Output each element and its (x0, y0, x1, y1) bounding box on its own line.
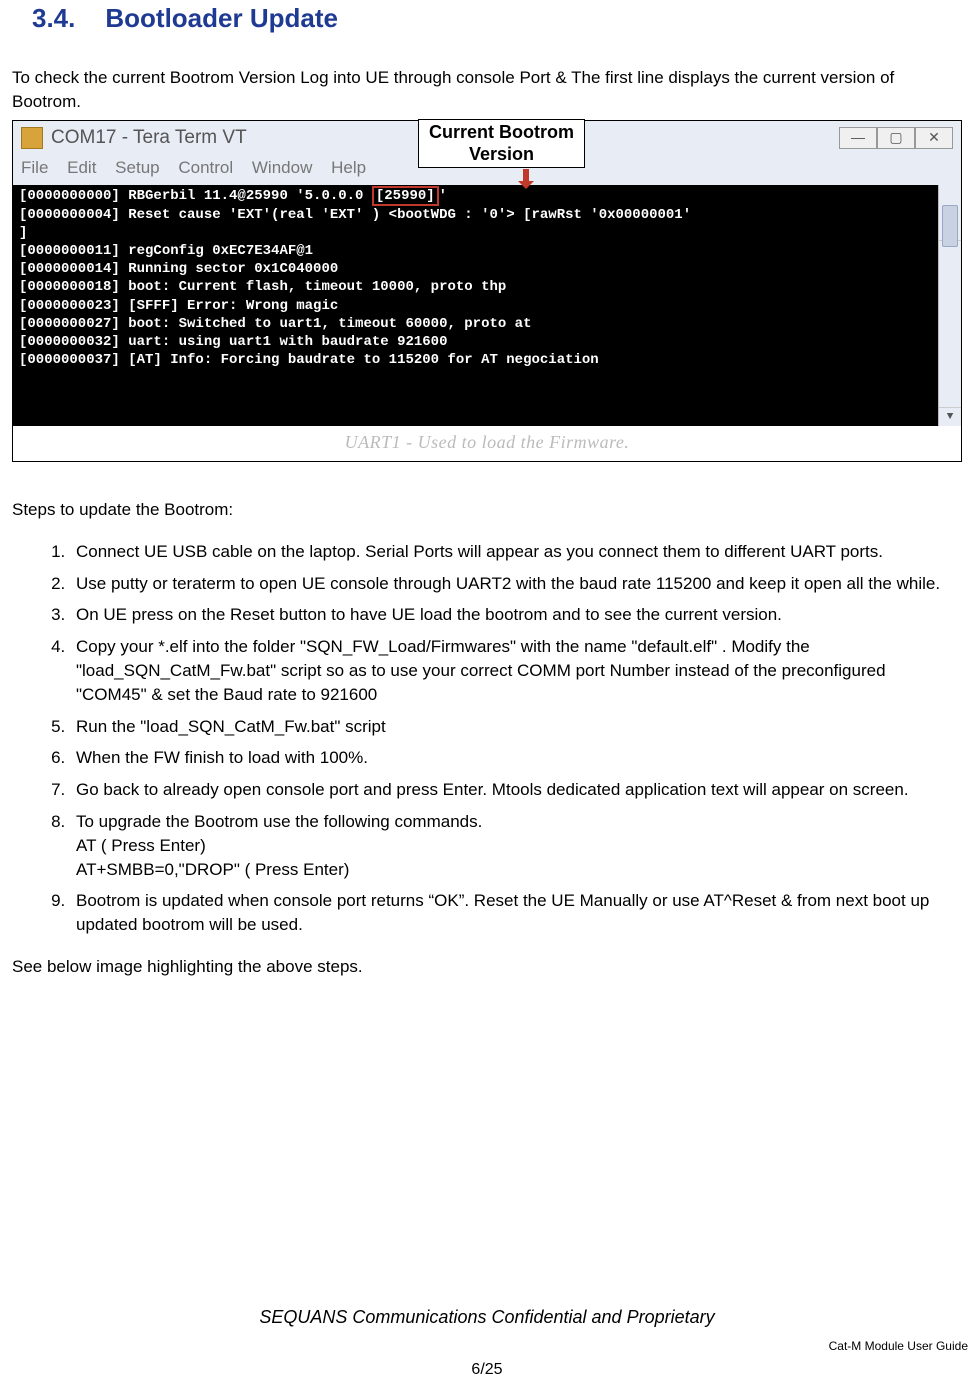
steps-intro: Steps to update the Bootrom: (12, 498, 962, 522)
section-number: 3.4. (32, 3, 75, 33)
console-line: [0000000032] uart: using uart1 with baud… (19, 333, 933, 351)
menu-item-setup[interactable]: Setup (115, 158, 159, 177)
console-line: [0000000018] boot: Current flash, timeou… (19, 278, 933, 296)
callout-arrow-icon (518, 169, 534, 187)
console-line: [0000000023] [SFFF] Error: Wrong magic (19, 297, 933, 315)
menu-item-control[interactable]: Control (178, 158, 233, 177)
list-item: Use putty or teraterm to open UE console… (70, 572, 948, 596)
console-line: [0000000037] [AT] Info: Forcing baudrate… (19, 351, 933, 369)
menu-item-window[interactable]: Window (252, 158, 312, 177)
scroll-thumb[interactable] (942, 205, 958, 247)
page-footer: SEQUANS Communications Confidential and … (0, 1305, 974, 1381)
teraterm-app-icon (21, 127, 43, 149)
list-item: When the FW finish to load with 100%. (70, 746, 948, 770)
callout-line: Version (429, 144, 574, 166)
list-item: Run the "load_SQN_CatM_Fw.bat" script (70, 715, 948, 739)
teraterm-figure: Current Bootrom Version COM17 - Tera Ter… (12, 120, 962, 462)
list-item: Go back to already open console port and… (70, 778, 948, 802)
scroll-down-icon[interactable]: ▼ (939, 407, 961, 426)
menu-item-edit[interactable]: Edit (67, 158, 96, 177)
section-title: Bootloader Update (105, 3, 338, 33)
callout-bootrom-version: Current Bootrom Version (418, 119, 585, 168)
callout-line: Current Bootrom (429, 122, 574, 144)
menu-item-file[interactable]: File (21, 158, 48, 177)
list-item: Connect UE USB cable on the laptop. Seri… (70, 540, 948, 564)
window-buttons: — ▢ ✕ (839, 127, 953, 149)
guide-label: Cat-M Module User Guide (829, 1338, 968, 1355)
console-line: [0000000011] regConfig 0xEC7E34AF@1 (19, 242, 933, 260)
steps-list: Connect UE USB cable on the laptop. Seri… (40, 540, 962, 937)
console-line: ] (19, 224, 933, 242)
console-line: [0000000004] Reset cause 'EXT'(real 'EXT… (19, 206, 933, 224)
console-output: [0000000000] RBGerbil 11.4@25990 '5.0.0.… (13, 185, 961, 425)
close-button[interactable]: ✕ (915, 127, 953, 149)
window-title: COM17 - Tera Term VT (51, 125, 247, 152)
list-item: Bootrom is updated when console port ret… (70, 889, 948, 937)
list-item: To upgrade the Bootrom use the following… (70, 810, 948, 881)
scrollbar[interactable]: ▲ ▼ (938, 185, 961, 425)
console-line: [0000000027] boot: Switched to uart1, ti… (19, 315, 933, 333)
intro-paragraph: To check the current Bootrom Version Log… (12, 66, 962, 114)
section-heading: 3.4. Bootloader Update (32, 0, 962, 36)
bootrom-version-highlight: [25990] (372, 186, 439, 206)
minimize-button[interactable]: — (839, 127, 877, 149)
maximize-button[interactable]: ▢ (877, 127, 915, 149)
console-line: [0000000014] Running sector 0x1C040000 (19, 260, 933, 278)
console-line: [0000000000] RBGerbil 11.4@25990 '5.0.0.… (19, 187, 933, 205)
confidential-notice: SEQUANS Communications Confidential and … (0, 1305, 974, 1330)
closing-paragraph: See below image highlighting the above s… (12, 955, 962, 979)
page-number: 6/25 (0, 1359, 974, 1381)
figure-ghost-footer: UART1 - Used to load the Firmware. (13, 426, 961, 461)
menu-item-help[interactable]: Help (331, 158, 366, 177)
list-item: Copy your *.elf into the folder "SQN_FW_… (70, 635, 948, 706)
list-item: On UE press on the Reset button to have … (70, 603, 948, 627)
